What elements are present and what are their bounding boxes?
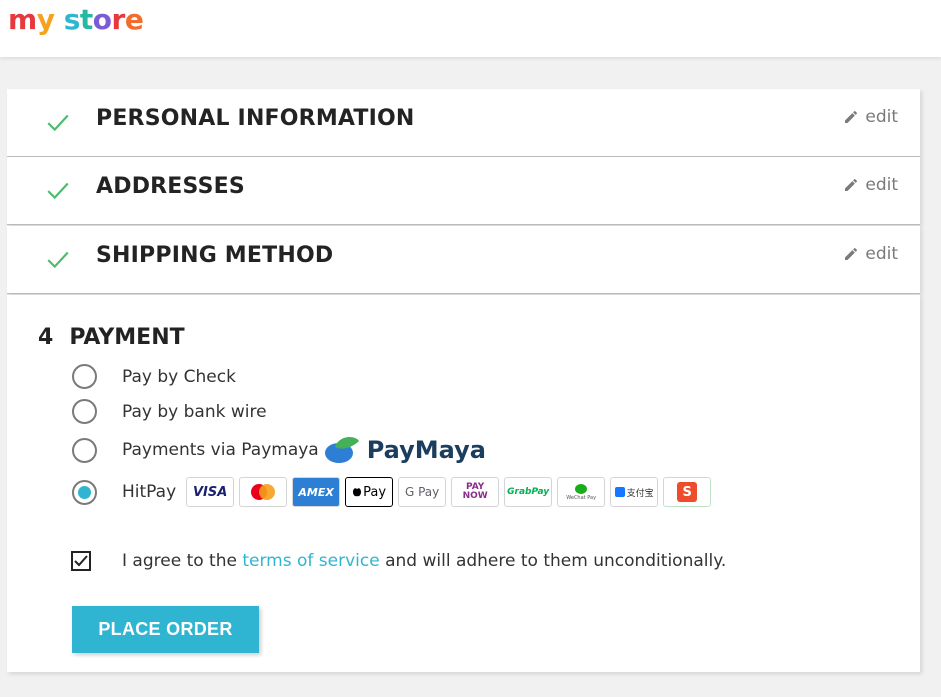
terms-checkbox[interactable] [71, 551, 91, 571]
terms-text-before: I agree to the [122, 551, 243, 571]
step-title: PERSONAL INFORMATION [96, 106, 415, 131]
place-order-button[interactable]: PLACE ORDER [72, 606, 259, 653]
payment-option-bank-wire[interactable]: Pay by bank wire [72, 399, 267, 424]
checkout-step-personal-information: PERSONAL INFORMATION edit [7, 89, 920, 157]
google-pay-logo: G Pay [398, 477, 447, 507]
wechat-pay-logo: WeChat Pay [557, 477, 606, 507]
payment-heading: 4 PAYMENT [38, 325, 185, 350]
grabpay-logo: GrabPay [504, 477, 553, 507]
alipay-icon [614, 487, 625, 497]
shopeepay-logo: S [663, 477, 712, 507]
mastercard-logo [239, 477, 288, 507]
payment-option-label: HitPay [122, 482, 177, 502]
paymaya-leaf-icon [324, 437, 359, 463]
check-icon [47, 251, 69, 269]
mastercard-icon [251, 484, 276, 500]
alipay-logo: 支付宝 [610, 477, 659, 507]
checkout-step-addresses: ADDRESSES edit [7, 157, 920, 225]
apple-icon [353, 488, 362, 497]
radio-button[interactable] [72, 399, 97, 424]
check-icon [47, 114, 69, 132]
edit-label: edit [865, 244, 898, 264]
pencil-icon [845, 110, 858, 123]
payment-option-label: Pay by bank wire [122, 401, 267, 422]
apple-pay-logo: Pay [345, 477, 394, 507]
paymaya-logo-text: PayMaya [366, 436, 486, 464]
edit-label: edit [865, 107, 898, 127]
checkmark-icon [74, 555, 88, 567]
radio-button[interactable] [72, 364, 97, 389]
wechat-icon [575, 484, 588, 494]
checkout-step-shipping-method: SHIPPING METHOD edit [7, 226, 920, 294]
hitpay-method-logos: VISA AMEX Pay G Pay PAY NOW GrabPay WeCh… [186, 477, 712, 507]
header: my store [0, 0, 941, 57]
pencil-icon [845, 247, 858, 260]
payment-option-check[interactable]: Pay by Check [72, 364, 236, 389]
edit-addresses-link[interactable]: edit [843, 175, 898, 195]
terms-of-service-link[interactable]: terms of service [242, 551, 379, 571]
payment-step: 4 PAYMENT Pay by Check Pay by bank wire … [7, 295, 920, 672]
paynow-logo: PAY NOW [451, 477, 500, 507]
edit-shipping-method-link[interactable]: edit [843, 244, 898, 264]
visa-logo: VISA [186, 477, 235, 507]
step-title: ADDRESSES [96, 174, 245, 199]
payment-option-hitpay[interactable]: HitPay VISA AMEX Pay G Pay PAY NOW GrabP… [72, 477, 712, 507]
step-title: SHIPPING METHOD [96, 243, 334, 268]
paymaya-logo: PayMaya [323, 433, 486, 467]
edit-personal-information-link[interactable]: edit [843, 107, 898, 127]
edit-label: edit [865, 175, 898, 195]
terms-agreement: I agree to the terms of service and will… [71, 551, 726, 571]
payment-option-paymaya[interactable]: Payments via Paymaya PayMaya [72, 433, 486, 467]
terms-text-after: and will adhere to them unconditionally. [379, 551, 727, 571]
step-title: PAYMENT [69, 325, 185, 350]
radio-button[interactable] [72, 437, 97, 463]
check-icon [47, 182, 69, 200]
payment-option-label: Pay by Check [122, 366, 236, 387]
radio-button[interactable] [72, 479, 97, 505]
amex-logo: AMEX [292, 477, 341, 507]
payment-option-label: Payments via Paymaya [122, 440, 319, 460]
step-number: 4 [38, 325, 54, 350]
store-logo[interactable]: my store [8, 2, 144, 38]
pencil-icon [845, 178, 858, 191]
